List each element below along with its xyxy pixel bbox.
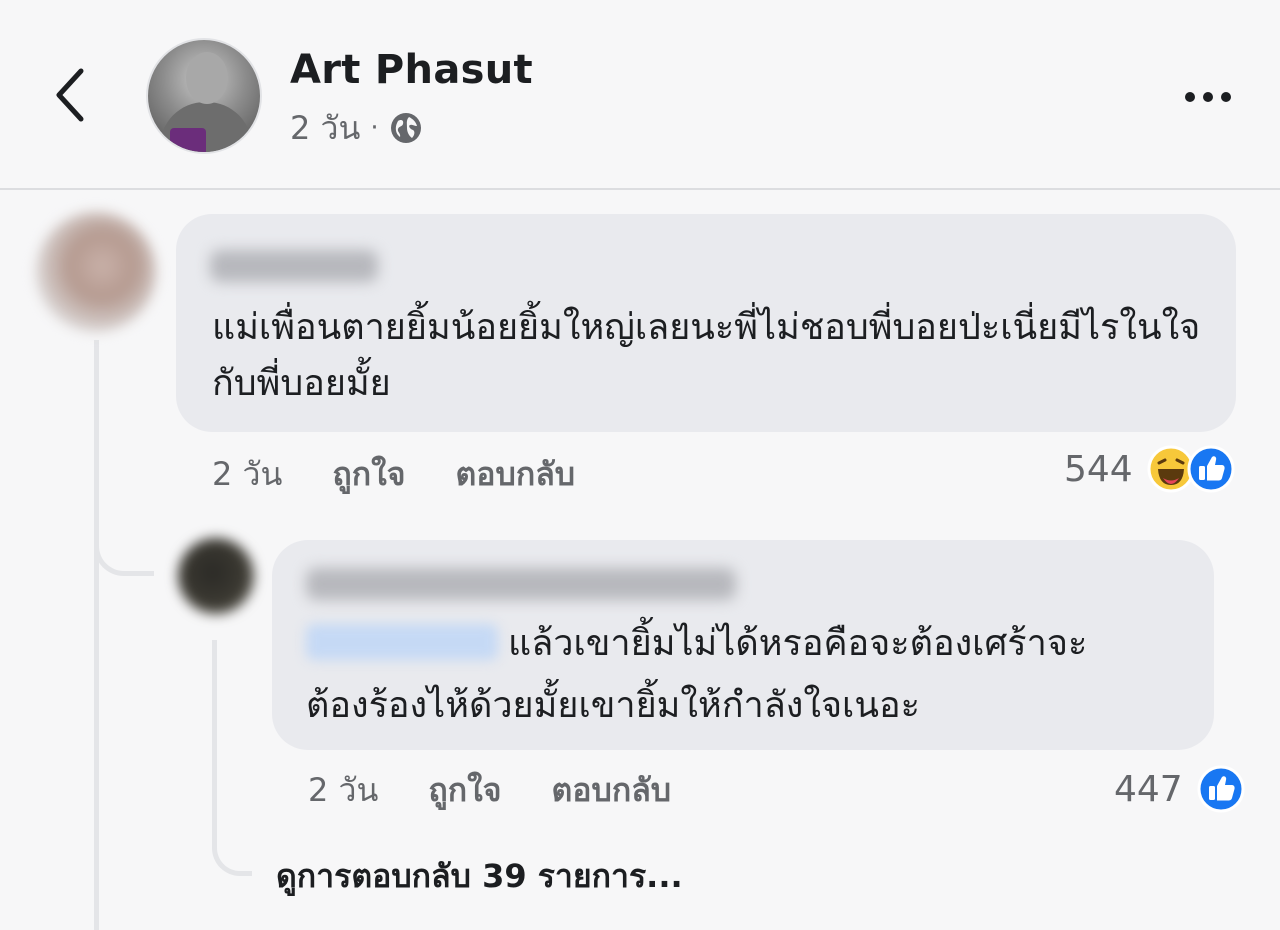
reply-button[interactable]: ตอบกลับ (456, 449, 576, 500)
like-icon (1187, 445, 1235, 493)
comment-text-line: แล้วเขายิ้มไม่ได้หรอคือจะต้องเศร้าจะ (508, 623, 1088, 664)
more-dot (1185, 92, 1195, 102)
post-meta: 2 วัน · (290, 108, 423, 148)
like-button[interactable]: ถูกใจ (332, 449, 405, 500)
more-options-button[interactable] (1172, 80, 1244, 114)
like-icon (1197, 765, 1245, 813)
comment-actions: 2 วัน ถูกใจ ตอบกลับ (212, 452, 575, 496)
thread-connector (94, 520, 154, 576)
reaction-count: 544 (1064, 448, 1133, 490)
comment-text: แม่เพื่อนตายยิ้มน้อยยิ้มใหญ่เลยนะพี่ไม่ช… (212, 307, 1201, 404)
more-dot (1203, 92, 1213, 102)
thread-line (94, 340, 99, 930)
avatar-badge (170, 128, 206, 152)
commenter-avatar[interactable] (36, 212, 156, 332)
comment-actions: 2 วัน ถูกใจ ตอบกลับ (308, 768, 671, 812)
post-time[interactable]: 2 วัน (290, 103, 360, 154)
commenter-name-redacted[interactable] (306, 568, 736, 600)
commenter-avatar[interactable] (178, 538, 254, 614)
author-name[interactable]: Art Phasut (290, 46, 533, 94)
reaction-summary[interactable]: 447 (1114, 764, 1245, 814)
reply-button[interactable]: ตอบกลับ (552, 765, 672, 816)
commenter-name-redacted[interactable] (210, 250, 378, 282)
more-dot (1221, 92, 1231, 102)
reaction-summary[interactable]: 544 (1064, 444, 1235, 494)
avatar-head (186, 52, 228, 104)
thread-line (212, 640, 217, 830)
post-header: Art Phasut 2 วัน · (0, 0, 1280, 190)
thread-connector (212, 820, 252, 876)
reaction-count: 447 (1114, 768, 1183, 810)
author-avatar[interactable] (146, 38, 262, 154)
comment-time[interactable]: 2 วัน (212, 449, 282, 500)
back-button[interactable] (40, 60, 100, 130)
view-more-replies-link[interactable]: ดูการตอบกลับ 39 รายการ... (276, 854, 683, 898)
globe-icon (389, 111, 423, 145)
like-button[interactable]: ถูกใจ (428, 765, 501, 816)
comment-text-line: ต้องร้องไห้ด้วยมั้ยเขายิ้มให้กำลังใจเนอะ (306, 685, 920, 726)
meta-separator: · (370, 113, 379, 143)
comment-time[interactable]: 2 วัน (308, 765, 378, 816)
mention-tag-redacted[interactable] (306, 624, 498, 660)
chevron-left-icon (56, 68, 84, 122)
